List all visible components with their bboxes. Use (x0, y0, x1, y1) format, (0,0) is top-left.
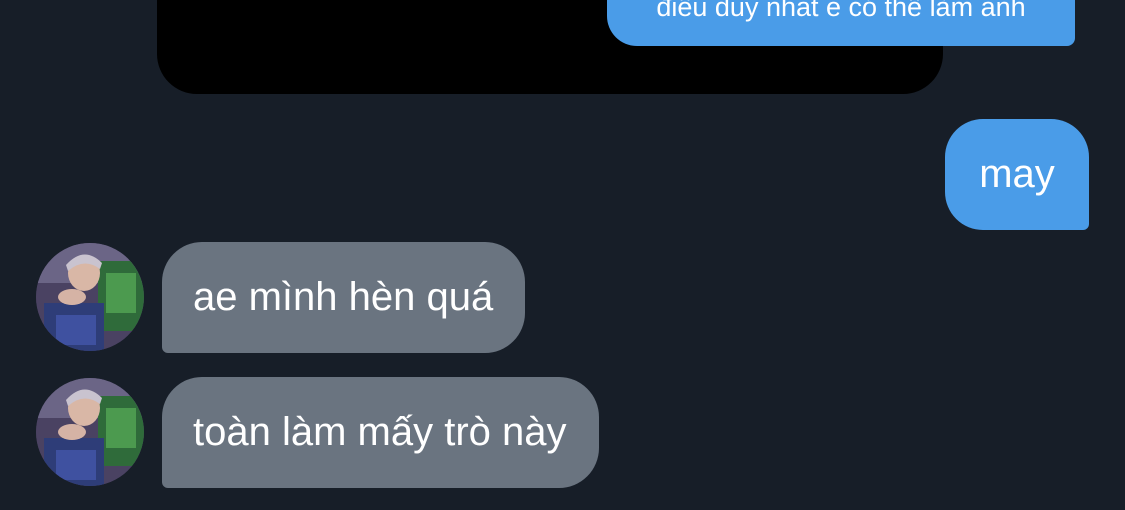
incoming-message-bubble[interactable]: toàn làm mấy trò này (162, 377, 599, 488)
sender-avatar[interactable] (36, 243, 144, 351)
chat-thread: điều duy nhất e có thể làm anh may ae mì… (0, 0, 1125, 510)
avatar-photo-icon (36, 378, 144, 486)
quoted-message-container[interactable]: điều duy nhất e có thể làm anh (157, 0, 1075, 94)
sender-avatar[interactable] (36, 378, 144, 486)
outgoing-message-bubble[interactable]: may (945, 119, 1089, 230)
avatar-photo-icon (36, 243, 144, 351)
quoted-message-bubble[interactable]: điều duy nhất e có thể làm anh (607, 0, 1075, 46)
incoming-message-bubble[interactable]: ae mình hèn quá (162, 242, 526, 353)
